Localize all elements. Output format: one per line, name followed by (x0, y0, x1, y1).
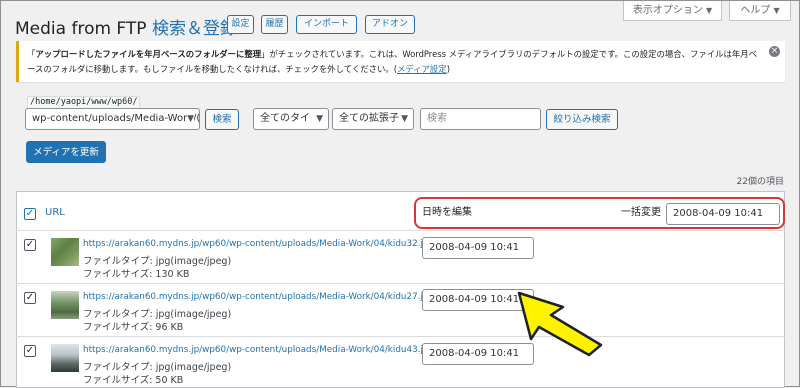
ext-filter-select[interactable]: 全ての拡張子 ▼ (332, 108, 414, 130)
media-settings-link[interactable]: メディア設定 (397, 64, 447, 74)
dismiss-icon[interactable]: × (769, 46, 780, 57)
folder-select[interactable]: wp-content/uploads/Media-Work/( ▼ (25, 108, 200, 130)
row-separator (16, 283, 785, 284)
row-file-size: ファイルサイズ: 50 KB (83, 375, 184, 386)
update-media-button[interactable]: メディアを更新 (26, 141, 106, 163)
highlight-frame (414, 197, 785, 229)
type-filter-value: 全てのタイ (260, 113, 310, 124)
keyword-search-input[interactable]: 検索 (420, 108, 541, 130)
row-file-size: ファイルサイズ: 96 KB (83, 322, 184, 333)
type-filter-select[interactable]: 全てのタイ ▼ (253, 108, 329, 130)
notice-emphasis: アップロードしたファイルを年月ベースのフォルダーに整理 (35, 49, 262, 59)
notice-line-2: ースのフォルダに移動します。もしファイルを移動したくなければ、チェックを外してく… (27, 63, 450, 75)
page-title: Media from FTP 検索＆登録 (15, 14, 237, 39)
row-date-value: 2008-04-09 10:41 (429, 348, 520, 359)
row-file-size: ファイルサイズ: 130 KB (83, 269, 190, 280)
nav-history-button[interactable]: 履歴 (261, 15, 288, 34)
chevron-down-icon: ▼ (706, 6, 713, 15)
notice-text: ) (446, 64, 450, 74)
header-separator (16, 230, 785, 231)
row-file-type: ファイルタイプ: jpg(image/jpeg) (83, 309, 232, 320)
help-label: ヘルプ (740, 5, 771, 16)
row-checkbox[interactable]: ✓ (24, 345, 36, 357)
narrow-search-button[interactable]: 絞り込み検索 (546, 109, 618, 130)
help-tab[interactable]: ヘルプ ▼ (729, 1, 791, 21)
row-url-link[interactable]: https://arakan60.mydns.jp/wp60/wp-conten… (83, 345, 434, 355)
notice-text: ースのフォルダに移動します。もしファイルを移動したくなければ、チェックを外してく… (27, 64, 398, 74)
thumbnail-image (51, 291, 79, 319)
chevron-down-icon: ▼ (773, 6, 780, 15)
row-file-type: ファイルタイプ: jpg(image/jpeg) (83, 362, 232, 373)
screen-options-tab[interactable]: 表示オプション ▼ (623, 1, 722, 21)
item-count: 22個の項目 (736, 177, 784, 187)
url-column-header[interactable]: URL (45, 207, 65, 218)
row-date-value: 2008-04-09 10:41 (429, 294, 520, 305)
row-separator (16, 336, 785, 337)
row-file-type: ファイルタイプ: jpg(image/jpeg) (83, 256, 232, 267)
notice-box: 「アップロードしたファイルを年月ベースのフォルダーに整理」がチェックされています… (16, 41, 785, 82)
chevron-down-icon: ▼ (187, 109, 194, 129)
row-checkbox[interactable]: ✓ (24, 239, 36, 251)
select-all-checkbox[interactable]: ✓ (24, 208, 36, 220)
nav-addon-button[interactable]: アドオン (365, 15, 415, 34)
folder-select-value: wp-content/uploads/Media-Work/( (32, 113, 200, 124)
thumbnail-image (51, 344, 79, 372)
search-button[interactable]: 検索 (205, 109, 239, 130)
thumbnail-image (51, 238, 79, 266)
chevron-down-icon: ▼ (316, 114, 323, 124)
screen-options-label: 表示オプション (632, 5, 703, 16)
page-title-sub: 検索＆登録 (151, 19, 237, 39)
row-url-link[interactable]: https://arakan60.mydns.jp/wp60/wp-conten… (83, 239, 434, 249)
row-date-input[interactable]: 2008-04-09 10:41 (422, 237, 534, 259)
keyword-placeholder: 検索 (427, 113, 447, 124)
row-date-value: 2008-04-09 10:41 (429, 242, 520, 253)
nav-import-button[interactable]: インポート (296, 15, 357, 34)
row-checkbox[interactable]: ✓ (24, 292, 36, 304)
nav-settings-button[interactable]: 設定 (227, 15, 254, 34)
notice-text: 」がチェックされています。これは、WordPress メディアライブラリのデフォ… (261, 49, 758, 59)
notice-line-1: 「アップロードしたファイルを年月ベースのフォルダーに整理」がチェックされています… (27, 48, 757, 60)
chevron-down-icon: ▼ (401, 109, 408, 129)
row-url-link[interactable]: https://arakan60.mydns.jp/wp60/wp-conten… (83, 292, 434, 302)
arrow-icon (517, 291, 603, 357)
page-title-main: Media from FTP (15, 19, 147, 39)
ext-filter-value: 全ての拡張子 (339, 113, 399, 124)
